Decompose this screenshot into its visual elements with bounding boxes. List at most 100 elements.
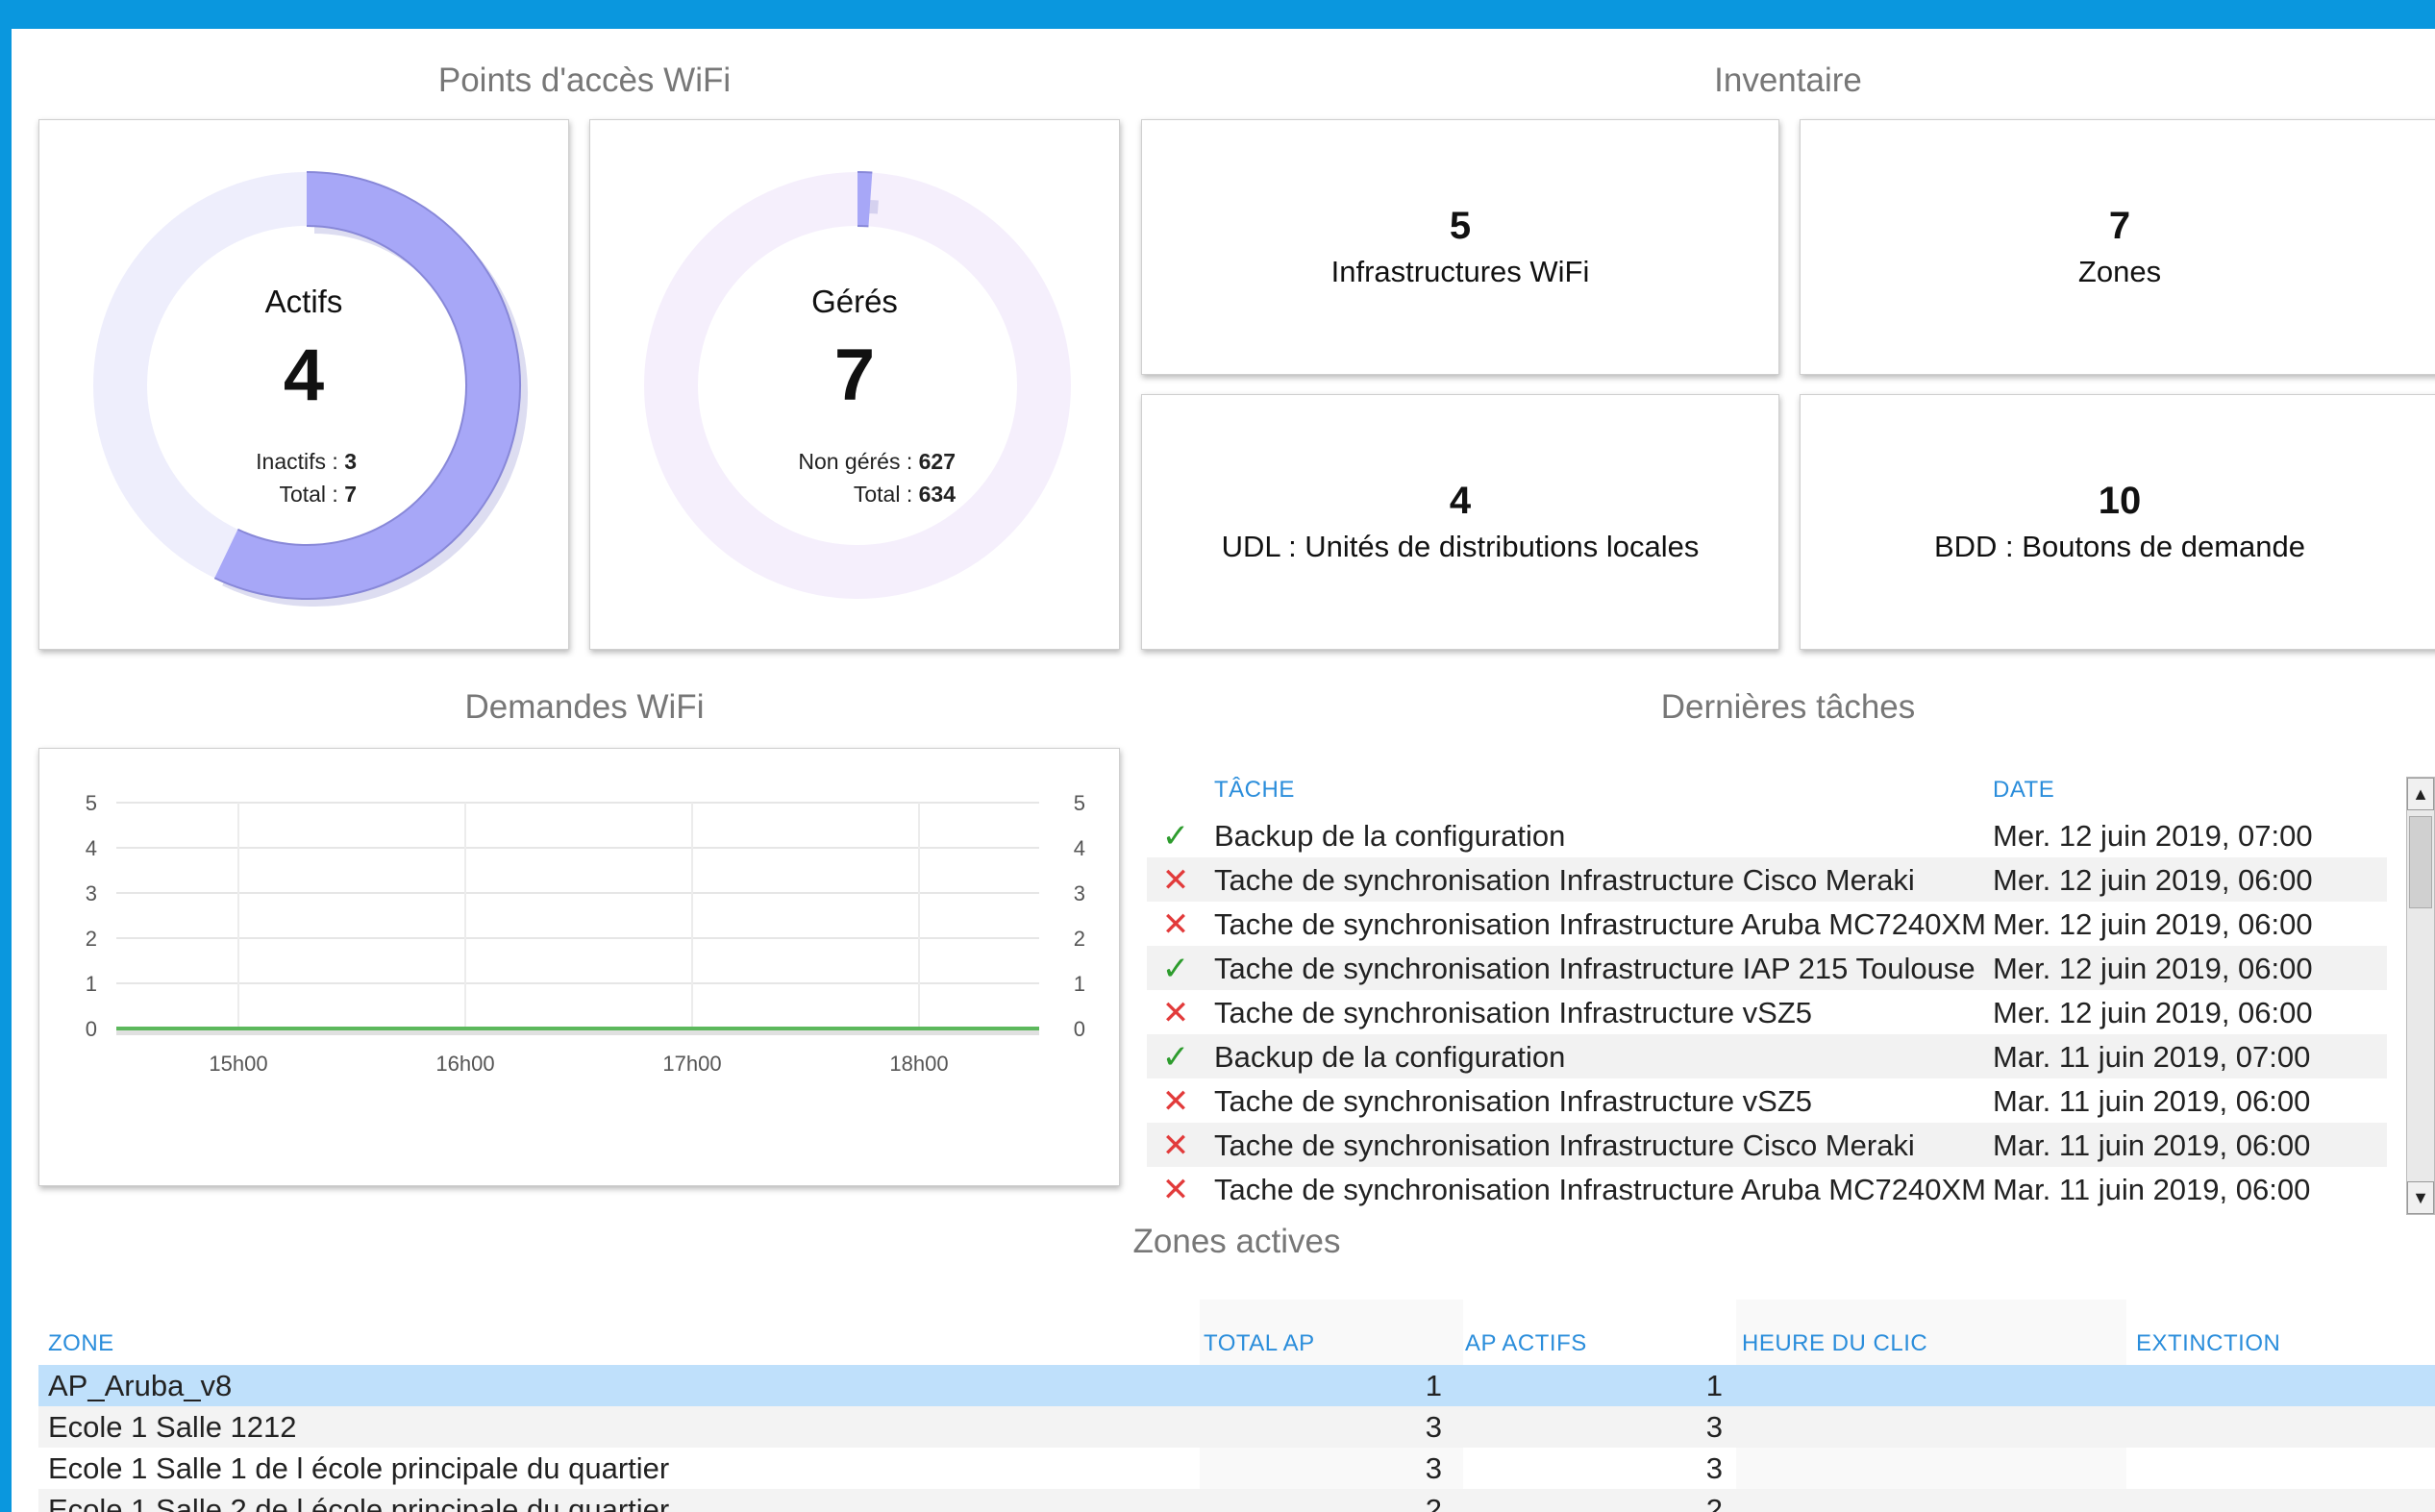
y-tick-left: 5 [86, 791, 97, 815]
total-value: 634 [918, 482, 956, 507]
task-row[interactable]: ✓ Tache de synchronisation Infrastructure… [1147, 946, 2387, 990]
task-date: Mer. 12 juin 2019, 06:00 [1993, 996, 2313, 1029]
y-tick-right: 4 [1074, 836, 1085, 860]
task-date: Mar. 11 juin 2019, 06:00 [1993, 1084, 2311, 1118]
column-header-ap-actifs[interactable]: AP ACTIFS [1465, 1330, 1587, 1357]
zone-total-ap: 3 [1425, 1410, 1442, 1444]
task-row[interactable]: ✕ Tache de synchronisation Infrastructure… [1147, 1167, 2387, 1209]
inventory-card-bdd[interactable]: 10 BDD : Boutons de demande [1800, 394, 2435, 650]
zone-ap-actifs: 2 [1705, 1493, 1723, 1512]
task-row[interactable]: ✕ Tache de synchronisation Infrastructure… [1147, 902, 2387, 946]
task-name: Backup de la configuration [1214, 1040, 1566, 1074]
zone-row[interactable]: AP_Aruba_v8 1 1 [38, 1365, 2435, 1406]
dashboard: Points d'accès WiFi Inventaire Demandes … [12, 29, 2435, 1512]
failure-x-icon: ✕ [1161, 862, 1190, 899]
wifi-requests-chart-card: 5 5 4 4 3 3 2 2 1 1 0 0 15h00 16h00 17h00 18h00 [38, 748, 1120, 1186]
total-value: 7 [344, 482, 357, 507]
task-date: Mar. 11 juin 2019, 06:00 [1993, 1128, 2311, 1162]
zone-ap-actifs: 3 [1705, 1451, 1723, 1485]
zone-name: Ecole 1 Salle 1212 [48, 1410, 297, 1444]
scroll-up-button[interactable]: ▲ [2407, 778, 2434, 810]
column-header-total-ap[interactable]: TOTAL AP [1204, 1330, 1315, 1357]
section-title-wifi-ap: Points d'accès WiFi [437, 62, 732, 99]
column-header-heure-clic[interactable]: HEURE DU CLIC [1742, 1330, 1927, 1357]
failure-x-icon: ✕ [1161, 995, 1190, 1031]
success-check-icon: ✓ [1161, 1039, 1190, 1076]
task-row[interactable]: ✓ Backup de la configuration Mar. 11 juin … [1147, 1034, 2387, 1078]
task-name: Tache de synchronisation Infrastructure … [1214, 952, 1975, 985]
y-tick-left: 0 [86, 1017, 97, 1041]
zone-row[interactable]: Ecole 1 Salle 2 de l école principale du… [38, 1489, 2435, 1512]
y-tick-right: 5 [1074, 791, 1085, 815]
y-tick-right: 0 [1074, 1017, 1085, 1041]
column-header-task[interactable]: TÂCHE [1214, 777, 1295, 804]
managed-ap-card[interactable]: Gérés 7 Non gérés : 627 Total : 634 [589, 119, 1120, 650]
zone-total-ap: 3 [1425, 1451, 1442, 1485]
y-tick-left: 1 [86, 972, 97, 996]
task-row[interactable]: ✕ Tache de synchronisation Infrastructure… [1147, 990, 2387, 1034]
zone-name: AP_Aruba_v8 [48, 1369, 233, 1402]
scroll-down-button[interactable]: ▼ [2407, 1181, 2434, 1214]
task-name: Tache de synchronisation Infrastructure … [1214, 863, 1915, 897]
donut-value: 7 [833, 335, 876, 416]
section-title-wifi-requests: Demandes WiFi [464, 688, 705, 726]
total-label: Total : [853, 482, 919, 507]
inventory-number: 4 [1449, 480, 1472, 522]
task-date: Mer. 12 juin 2019, 06:00 [1993, 952, 2313, 985]
last-tasks-table: TÂCHE DATE ✓ Backup de la configuration Me… [1147, 767, 2387, 1209]
failure-x-icon: ✕ [1161, 1083, 1190, 1120]
column-header-zone[interactable]: ZONE [48, 1330, 114, 1357]
unmanaged-label: Non gérés : [798, 449, 919, 474]
column-header-extinction[interactable]: EXTINCTION [2136, 1330, 2280, 1357]
column-header-date[interactable]: DATE [1993, 777, 2054, 804]
wifi-requests-chart: 5 5 4 4 3 3 2 2 1 1 0 0 15h00 16h00 17h00 18h00 [86, 791, 1085, 1076]
zone-name: Ecole 1 Salle 2 de l école principale du… [48, 1493, 670, 1512]
task-name: Tache de synchronisation Infrastructure … [1214, 996, 1813, 1029]
task-row[interactable]: ✕ Tache de synchronisation Infrastructure… [1147, 1123, 2387, 1167]
inventory-card-wifi-infrastructures[interactable]: 5 Infrastructures WiFi [1141, 119, 1779, 375]
active-ap-card[interactable]: Actifs 4 Inactifs : 3 Total : 7 [38, 119, 569, 650]
inventory-label: BDD : Boutons de demande [1933, 530, 2306, 563]
task-name: Tache de synchronisation Infrastructure … [1214, 1128, 1915, 1162]
y-tick-right: 3 [1074, 881, 1085, 905]
task-row[interactable]: ✓ Backup de la configuration Mer. 12 juin … [1147, 813, 2387, 857]
inventory-label: Infrastructures WiFi [1330, 255, 1590, 288]
donut-value: 4 [283, 335, 325, 416]
x-tick: 15h00 [209, 1052, 267, 1076]
task-row[interactable]: ✕ Tache de synchronisation Infrastructure… [1147, 857, 2387, 902]
section-title-last-tasks: Dernières tâches [1660, 688, 1916, 726]
active-zones-table: ZONE TOTAL AP AP ACTIFS HEURE DU CLIC EX… [38, 1300, 2435, 1512]
inactive-value: 3 [344, 449, 357, 474]
inventory-label: UDL : Unités de distributions locales [1221, 530, 1700, 563]
failure-x-icon: ✕ [1161, 1172, 1190, 1208]
failure-x-icon: ✕ [1161, 906, 1190, 943]
inventory-number: 10 [2098, 480, 2142, 522]
y-tick-right: 1 [1074, 972, 1085, 996]
zone-row[interactable]: Ecole 1 Salle 1 de l école principale du… [38, 1448, 2435, 1489]
zone-name: Ecole 1 Salle 1 de l école principale du… [48, 1451, 670, 1485]
section-title-active-zones: Zones actives [1132, 1223, 1341, 1260]
x-tick: 18h00 [889, 1052, 948, 1076]
section-title-inventory: Inventaire [1714, 62, 1862, 99]
success-check-icon: ✓ [1161, 818, 1190, 855]
task-date: Mar. 11 juin 2019, 06:00 [1993, 1173, 2311, 1206]
task-row[interactable]: ✕ Tache de synchronisation Infrastructure… [1147, 1078, 2387, 1123]
task-date: Mer. 12 juin 2019, 07:00 [1993, 819, 2313, 853]
inventory-number: 5 [1449, 205, 1472, 247]
inventory-card-zones[interactable]: 7 Zones [1800, 119, 2435, 375]
donut-subtext: Non gérés : 627 Total : 634 [725, 445, 956, 510]
donut-title: Gérés [811, 284, 898, 319]
scroll-thumb[interactable] [2409, 816, 2432, 908]
task-date: Mar. 11 juin 2019, 07:00 [1993, 1040, 2311, 1074]
inventory-card-udl[interactable]: 4 UDL : Unités de distributions locales [1141, 394, 1779, 650]
y-tick-left: 3 [86, 881, 97, 905]
total-label: Total : [279, 482, 345, 507]
zone-row[interactable]: Ecole 1 Salle 1212 3 3 [38, 1406, 2435, 1448]
x-tick: 17h00 [662, 1052, 721, 1076]
tasks-scrollbar[interactable]: ▲ ▼ [2406, 777, 2435, 1215]
y-tick-left: 4 [86, 836, 97, 860]
task-name: Tache de synchronisation Infrastructure … [1214, 1084, 1813, 1118]
inventory-label: Zones [2077, 255, 2162, 288]
success-check-icon: ✓ [1161, 951, 1190, 987]
zone-ap-actifs: 1 [1705, 1369, 1723, 1402]
